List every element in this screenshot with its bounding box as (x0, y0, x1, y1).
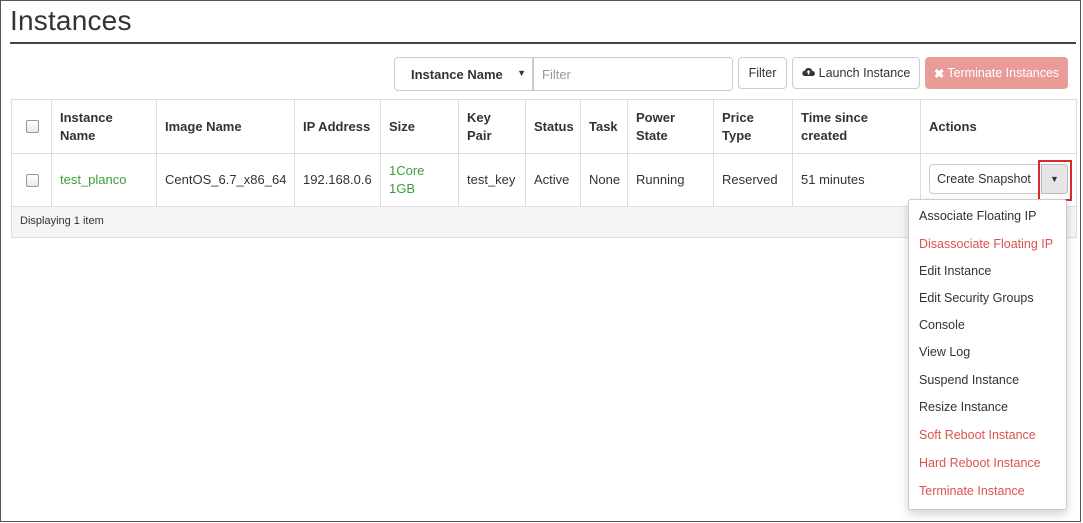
header-price-type-line1: Price (722, 109, 754, 125)
size-memory: 1GB (389, 181, 416, 196)
filter-field-select-value: Instance Name (411, 67, 503, 82)
cell-time-since-created: 51 minutes (793, 154, 921, 206)
highlight-annotation-box (1038, 160, 1072, 201)
create-snapshot-button[interactable]: Create Snapshot (929, 164, 1039, 194)
menu-item-disassociate-floating-ip[interactable]: Disassociate Floating IP (919, 237, 1053, 251)
header-power-state-line2: State (636, 127, 668, 143)
header-image-name-label: Image Name (165, 118, 242, 134)
ip-address-value: 192.168.0.6 (303, 172, 372, 187)
window-frame: Instances Instance Name ▼ Filter Launch … (0, 0, 1081, 522)
header-ip-address-label: IP Address (303, 118, 371, 134)
title-divider (10, 42, 1076, 44)
task-value: None (589, 172, 621, 187)
launch-instance-button[interactable]: Launch Instance (792, 57, 920, 89)
menu-item-edit-security-groups[interactable]: Edit Security Groups (919, 291, 1034, 305)
cell-ip-address: 192.168.0.6 (295, 154, 381, 206)
menu-item-console[interactable]: Console (919, 318, 965, 332)
cell-task: None (581, 154, 628, 206)
launch-instance-label: Launch Instance (818, 66, 911, 80)
header-time-since-created-line1: Time since (801, 109, 868, 125)
cell-key-pair: test_key (459, 154, 526, 206)
header-task[interactable]: Task (581, 100, 628, 153)
menu-item-soft-reboot-instance[interactable]: Soft Reboot Instance (919, 428, 1036, 442)
header-price-type[interactable]: Price Type (714, 100, 793, 153)
menu-item-terminate-instance[interactable]: Terminate Instance (919, 484, 1025, 498)
size-link[interactable]: 1Core 1GB (389, 162, 424, 198)
size-cores: 1Core (389, 163, 425, 178)
header-status-label: Status (534, 118, 574, 134)
header-task-label: Task (589, 118, 618, 134)
status-value: Active (534, 172, 570, 187)
cell-price-type: Reserved (714, 154, 793, 206)
menu-item-edit-instance[interactable]: Edit Instance (919, 264, 991, 278)
header-time-since-created[interactable]: Time since created (793, 100, 921, 153)
power-state-value: Running (636, 172, 685, 187)
page-title: Instances (10, 5, 132, 36)
instance-name-link[interactable]: test_planco (60, 171, 127, 189)
header-select-all-cell (12, 100, 52, 153)
cloud-upload-icon (801, 66, 815, 80)
cell-size: 1Core 1GB (381, 154, 459, 206)
filter-button[interactable]: Filter (738, 57, 787, 89)
key-pair-value: test_key (467, 172, 516, 187)
time-since-created-value: 51 minutes (801, 172, 865, 187)
header-instance-name-line1: Instance (60, 109, 113, 125)
header-key-pair-line1: Key (467, 109, 491, 125)
price-type-value: Reserved (722, 172, 778, 187)
menu-item-hard-reboot-instance[interactable]: Hard Reboot Instance (919, 456, 1041, 470)
cell-image-name: CentOS_6.7_x86_64 (157, 154, 295, 206)
header-size[interactable]: Size (381, 100, 459, 153)
menu-item-resize-instance[interactable]: Resize Instance (919, 400, 1008, 414)
cell-status: Active (526, 154, 581, 206)
header-key-pair[interactable]: Key Pair (459, 100, 526, 153)
header-power-state-line1: Power (636, 109, 676, 125)
close-icon: ✖ (933, 66, 945, 81)
header-key-pair-line2: Pair (467, 127, 492, 143)
header-status[interactable]: Status (526, 100, 581, 153)
chevron-down-icon: ▼ (517, 68, 526, 78)
filter-input-wrap (533, 57, 733, 91)
header-size-label: Size (389, 118, 416, 134)
select-all-checkbox[interactable] (26, 120, 39, 133)
menu-item-associate-floating-ip[interactable]: Associate Floating IP (919, 209, 1036, 223)
terminate-instances-label: Terminate Instances (947, 66, 1060, 80)
header-ip-address[interactable]: IP Address (295, 100, 381, 153)
row-select-cell (12, 154, 52, 206)
menu-item-suspend-instance[interactable]: Suspend Instance (919, 373, 1019, 387)
menu-item-view-log[interactable]: View Log (919, 345, 970, 359)
actions-dropdown-menu: Associate Floating IP Disassociate Float… (908, 199, 1067, 510)
header-price-type-line2: Type (722, 127, 752, 143)
header-power-state[interactable]: Power State (628, 100, 714, 153)
filter-field-select[interactable]: Instance Name ▼ (394, 57, 533, 91)
row-checkbox[interactable] (26, 173, 39, 187)
terminate-instances-button[interactable]: ✖ Terminate Instances (925, 57, 1068, 89)
header-instance-name-line2: Name (60, 127, 96, 143)
header-time-since-created-line2: created (801, 127, 848, 143)
filter-input[interactable] (534, 58, 732, 90)
table-header-row: Instance Name Image Name IP Address Size … (12, 100, 1076, 154)
header-actions: Actions (921, 100, 1076, 153)
header-actions-label: Actions (929, 118, 977, 134)
header-image-name[interactable]: Image Name (157, 100, 295, 153)
header-instance-name[interactable]: Instance Name (52, 100, 157, 153)
item-count: Displaying 1 item (20, 215, 104, 227)
cell-power-state: Running (628, 154, 714, 206)
cell-instance-name: test_planco (52, 154, 157, 206)
image-name-value: CentOS_6.7_x86_64 (165, 172, 287, 187)
